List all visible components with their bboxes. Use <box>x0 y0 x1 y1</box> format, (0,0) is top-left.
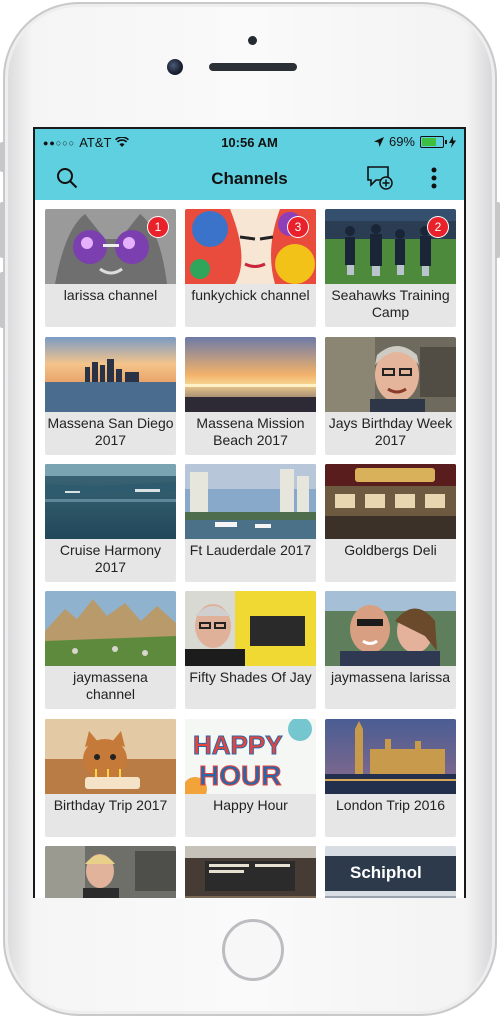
more-vertical-icon <box>431 167 437 189</box>
channel-thumbnail: HAPPY HOUR <box>185 719 316 801</box>
battery-percent: 69% <box>388 134 415 149</box>
charging-bolt-icon <box>449 135 456 148</box>
channel-thumbnail <box>45 337 176 412</box>
app-header: ●●○○○ AT&T 10:56 AM 69% Channels <box>35 129 464 200</box>
channel-name: Goldbergs Deli <box>344 542 437 558</box>
mute-switch <box>0 142 5 172</box>
svg-text:Schiphol: Schiphol <box>350 863 422 882</box>
channel-thumbnail <box>325 591 456 666</box>
channel-name: larissa channel <box>63 287 158 303</box>
channel-card[interactable]: Birthday Trip 2017 <box>45 719 176 837</box>
channel-name: jaymassena channel <box>73 669 148 702</box>
channel-thumbnail <box>185 591 316 666</box>
proximity-sensor <box>248 36 257 45</box>
navigation-bar: Channels <box>35 155 464 200</box>
front-camera <box>167 59 183 75</box>
channel-name: funkychick channel <box>191 287 310 303</box>
channel-card[interactable]: Seahawks Training Camp 2 <box>325 209 456 327</box>
channel-thumbnail: Schiphol <box>325 846 456 898</box>
more-options-button[interactable] <box>419 163 449 193</box>
channel-thumbnail <box>325 719 456 794</box>
channel-card[interactable]: jaymassena channel <box>45 591 176 709</box>
channel-thumbnail <box>325 337 456 412</box>
channel-name: Fifty Shades Of Jay <box>189 669 312 685</box>
channel-card[interactable]: Massena San Diego 2017 <box>45 337 176 455</box>
channel-thumbnail <box>185 464 316 539</box>
channel-card[interactable]: Jays Birthday Week 2017 <box>325 337 456 455</box>
channel-thumbnail <box>185 846 316 898</box>
channel-card[interactable]: Goldbergs Deli <box>325 464 456 582</box>
page-title: Channels <box>211 169 288 188</box>
channel-thumbnail <box>45 846 176 898</box>
svg-text:HOUR: HOUR <box>199 760 281 791</box>
volume-up-button <box>0 202 5 258</box>
channel-name: Birthday Trip 2017 <box>53 797 168 813</box>
channel-name: Seahawks Training Camp <box>331 287 450 320</box>
channel-thumbnail <box>185 337 316 412</box>
channel-card[interactable]: HAPPY HOUR Happy Hour <box>185 719 316 837</box>
battery-icon <box>420 135 447 148</box>
channel-thumbnail <box>45 719 176 794</box>
new-message-icon <box>367 166 393 190</box>
volume-down-button <box>0 272 5 328</box>
channel-card[interactable] <box>45 846 176 898</box>
channel-name: Massena Mission Beach 2017 <box>196 415 305 448</box>
power-button <box>495 202 500 258</box>
unread-count-badge: 1 <box>148 217 168 237</box>
status-bar: ●●○○○ AT&T 10:56 AM 69% <box>35 129 464 155</box>
channel-name: Cruise Harmony 2017 <box>59 542 162 575</box>
channel-name: Ft Lauderdale 2017 <box>189 542 312 558</box>
channel-thumbnail <box>325 464 456 539</box>
channel-card[interactable]: funkychick channel 3 <box>185 209 316 327</box>
channel-card[interactable]: Schiphol <box>325 846 456 898</box>
channel-name: jaymassena larissa <box>330 669 451 685</box>
channel-thumbnail <box>45 464 176 539</box>
screen: ●●○○○ AT&T 10:56 AM 69% Channels larissa… <box>33 127 466 898</box>
channel-card[interactable]: Cruise Harmony 2017 <box>45 464 176 582</box>
unread-count-badge: 2 <box>428 217 448 237</box>
channel-card[interactable]: Massena Mission Beach 2017 <box>185 337 316 455</box>
channel-card[interactable] <box>185 846 316 898</box>
new-channel-button[interactable] <box>363 163 397 193</box>
home-button[interactable] <box>222 919 284 981</box>
channel-card[interactable]: jaymassena larissa <box>325 591 456 709</box>
channel-thumbnail <box>45 591 176 666</box>
earpiece-speaker <box>209 63 297 71</box>
battery-level <box>422 137 436 146</box>
unread-count-badge: 3 <box>288 217 308 237</box>
channel-card[interactable]: London Trip 2016 <box>325 719 456 837</box>
channel-grid: larissa channel 1 funkychick channel 3 Seaha… <box>35 200 464 898</box>
channel-name: Massena San Diego 2017 <box>47 415 174 448</box>
channel-card[interactable]: Ft Lauderdale 2017 <box>185 464 316 582</box>
location-arrow-icon <box>373 136 384 147</box>
channel-name: London Trip 2016 <box>336 797 445 813</box>
channel-name: Jays Birthday Week 2017 <box>328 415 453 448</box>
channel-card[interactable]: Fifty Shades Of Jay <box>185 591 316 709</box>
channel-card[interactable]: larissa channel 1 <box>45 209 176 327</box>
svg-text:HAPPY: HAPPY <box>193 730 283 760</box>
channel-name: Happy Hour <box>213 797 288 813</box>
